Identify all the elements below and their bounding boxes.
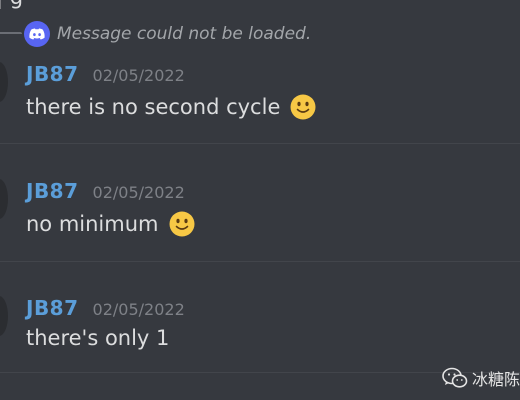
watermark-text: 冰糖陈: [471, 370, 520, 389]
author-name[interactable]: JB87: [26, 296, 79, 320]
message-content: no minimum: [26, 211, 195, 237]
avatar[interactable]: [0, 62, 8, 102]
wechat-icon: [442, 367, 468, 388]
chat-screen: | g Message could not be loaded. JB87 02…: [0, 0, 520, 400]
message-timestamp[interactable]: 02/05/2022: [93, 66, 185, 85]
message-header: JB87 02/05/2022: [26, 296, 185, 320]
message-header: JB87 02/05/2022: [26, 179, 185, 203]
message-text: there's only 1: [26, 326, 170, 350]
avatar[interactable]: [0, 296, 8, 336]
message-divider: [0, 143, 520, 144]
watermark: 冰糖陈: [442, 366, 520, 390]
message-divider: [0, 261, 520, 262]
slightly-smiling-face-icon[interactable]: [169, 211, 195, 237]
message-timestamp[interactable]: 02/05/2022: [93, 183, 185, 202]
author-name[interactable]: JB87: [26, 179, 79, 203]
message-timestamp[interactable]: 02/05/2022: [93, 300, 185, 319]
reply-reference[interactable]: Message could not be loaded.: [24, 20, 311, 48]
reply-connector-line: [0, 32, 22, 34]
author-name[interactable]: JB87: [26, 62, 79, 86]
previous-message-fragment: | g: [0, 0, 23, 8]
slightly-smiling-face-icon[interactable]: [290, 94, 316, 120]
message-content: there is no second cycle: [26, 94, 316, 120]
message-header: JB87 02/05/2022: [26, 62, 185, 86]
avatar[interactable]: [0, 179, 8, 219]
reply-error-text: Message could not be loaded.: [57, 24, 312, 44]
message-text: there is no second cycle: [26, 95, 281, 119]
message-text: no minimum: [26, 212, 159, 236]
discord-logo-icon: [24, 21, 50, 47]
message-content: there's only 1: [26, 326, 169, 350]
